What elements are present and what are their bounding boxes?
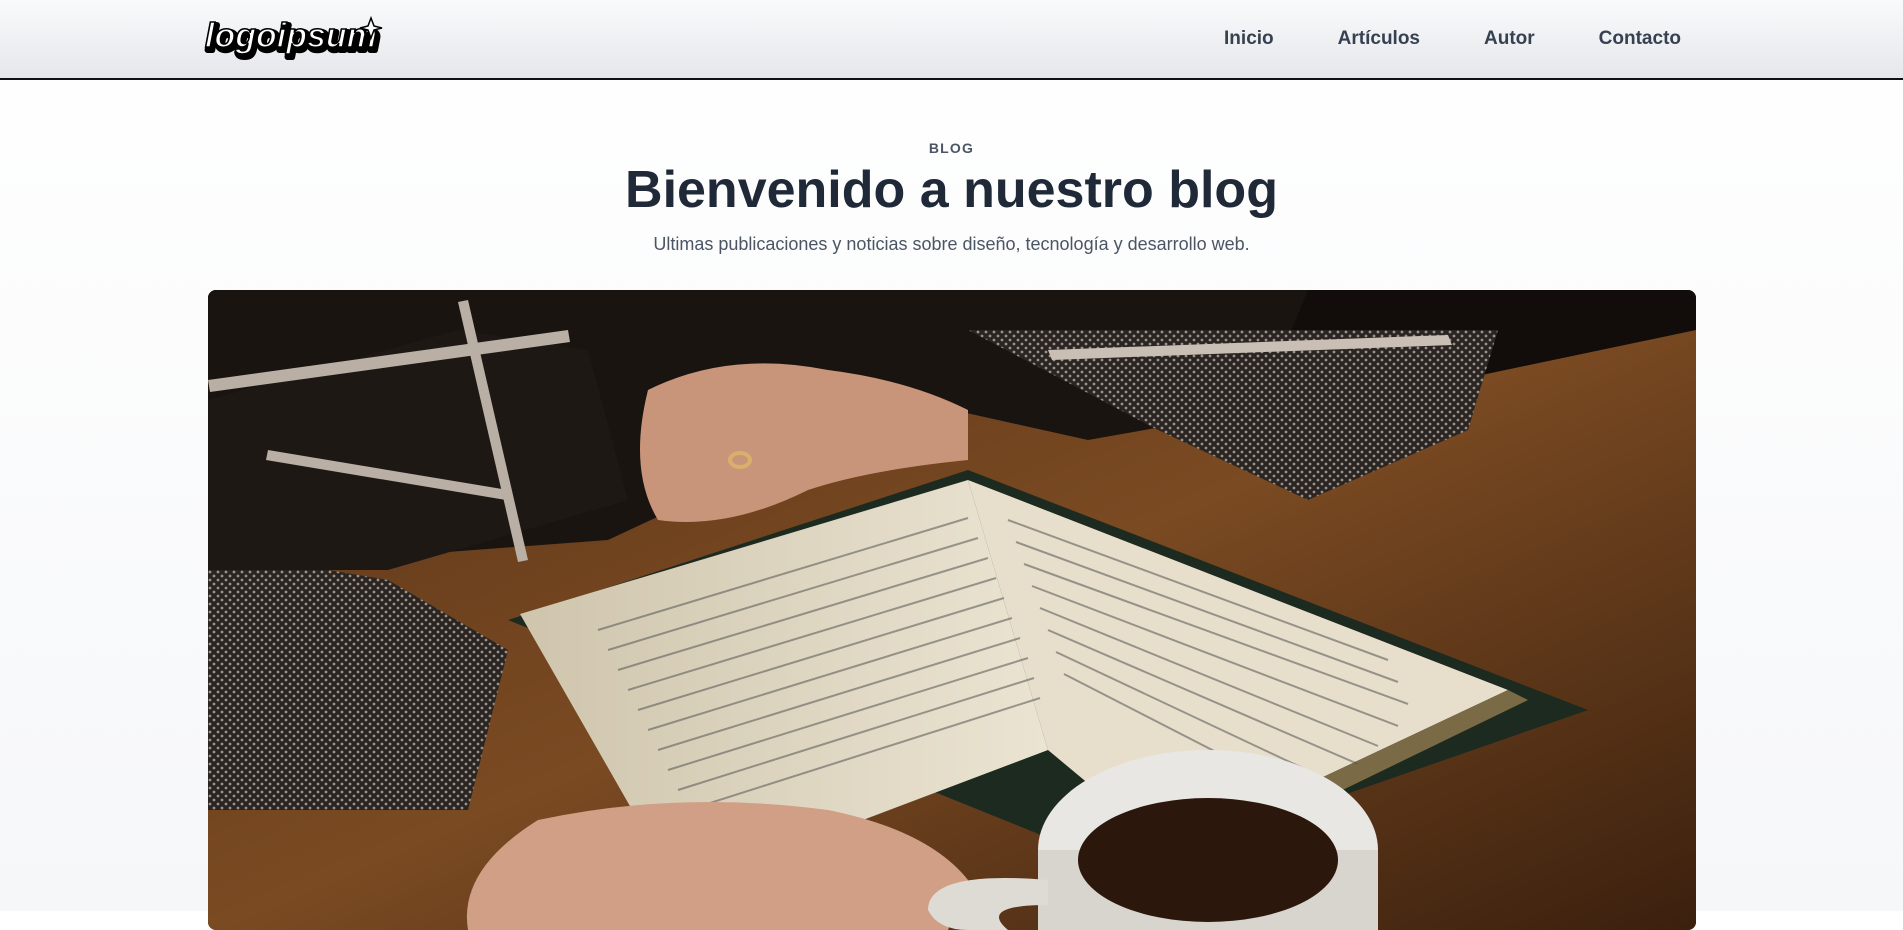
logo[interactable]: logoipsum logoipsum — [203, 16, 383, 60]
nav-autor[interactable]: Autor — [1484, 28, 1535, 50]
main-nav: Inicio Artículos Autor Contacto — [1224, 0, 1681, 78]
logo-text: logoipsum — [205, 17, 377, 55]
nav-contacto[interactable]: Contacto — [1599, 28, 1681, 50]
nav-articulos[interactable]: Artículos — [1338, 28, 1420, 50]
nav-inicio[interactable]: Inicio — [1224, 28, 1274, 50]
hero-image — [208, 290, 1696, 930]
logo-graphic: logoipsum logoipsum — [204, 16, 383, 60]
section-eyebrow: BLOG — [928, 140, 975, 156]
page-subtitle: Ultimas publicaciones y noticias sobre d… — [653, 234, 1250, 254]
page-title: Bienvenido a nuestro blog — [625, 161, 1278, 219]
hero-illustration — [208, 290, 1696, 930]
site-header: logoipsum logoipsum Inicio Artículos Aut… — [0, 0, 1903, 80]
